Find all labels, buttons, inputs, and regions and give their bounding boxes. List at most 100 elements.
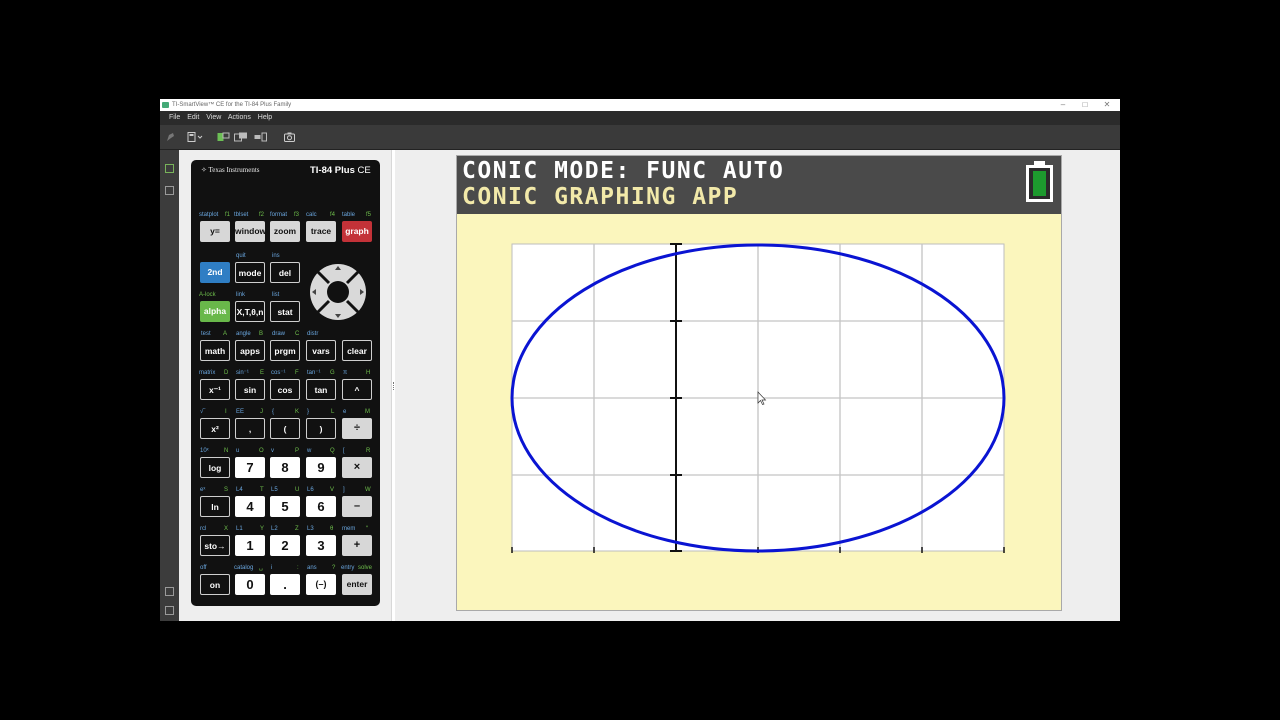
label-taninv: tan⁻¹ (307, 370, 321, 376)
label-Q: Q (330, 448, 335, 454)
label-lbrace: { (272, 409, 275, 415)
label-W: W (365, 487, 371, 493)
label-I: I (225, 409, 227, 415)
key-y-equals[interactable]: y= (200, 221, 230, 242)
label-distr: distr (307, 331, 319, 337)
label-f3: f3 (294, 212, 300, 218)
screenshot-camera-icon[interactable] (284, 132, 295, 142)
key-zoom[interactable]: zoom (270, 221, 300, 242)
menu-actions[interactable]: Actions (228, 114, 251, 121)
label-draw: draw (272, 331, 286, 337)
key-8[interactable]: 8 (270, 457, 300, 478)
key-3[interactable]: 3 (306, 535, 336, 556)
key-enter[interactable]: enter (342, 574, 372, 595)
key-graph[interactable]: graph (342, 221, 372, 242)
minimize-button[interactable]: – (1052, 99, 1074, 111)
grid-icon[interactable] (165, 587, 174, 596)
label-O: O (259, 448, 264, 454)
key-comma[interactable]: , (235, 418, 265, 439)
key-6[interactable]: 6 (306, 496, 336, 517)
graph-area[interactable] (457, 214, 1061, 610)
key-x-inverse[interactable]: x⁻¹ (200, 379, 230, 400)
pointer-icon[interactable] (165, 132, 176, 142)
key-vars[interactable]: vars (306, 340, 336, 361)
label-table: table (342, 212, 356, 218)
menu-edit[interactable]: Edit (187, 114, 199, 121)
key-trace[interactable]: trace (306, 221, 336, 242)
toolbar (160, 125, 1120, 150)
key-minus[interactable]: – (342, 496, 372, 517)
key-0[interactable]: 0 (235, 574, 265, 595)
label-rbrack: ] (343, 487, 345, 493)
key-5[interactable]: 5 (270, 496, 300, 517)
key-9[interactable]: 9 (306, 457, 336, 478)
key-multiply[interactable]: × (342, 457, 372, 478)
key-left-paren[interactable]: ( (270, 418, 300, 439)
label-sininv: sin⁻¹ (236, 370, 249, 376)
label-X: X (224, 526, 229, 532)
key-2[interactable]: 2 (270, 535, 300, 556)
label-rbrace: } (307, 409, 310, 415)
key-window[interactable]: window (235, 221, 266, 242)
key-4[interactable]: 4 (235, 496, 265, 517)
key-right-paren[interactable]: ) (306, 418, 336, 439)
key-decimal[interactable]: . (270, 574, 300, 595)
screen-mode-line: CONIC MODE: FUNC AUTO (462, 158, 785, 184)
label-matrix: matrix (199, 370, 216, 376)
key-negative[interactable]: (–) (306, 574, 336, 595)
key-log[interactable]: log (200, 457, 230, 478)
label-format: format (270, 212, 288, 218)
key-press-history-icon[interactable] (234, 132, 248, 142)
menu-view[interactable]: View (206, 114, 221, 121)
key-7[interactable]: 7 (235, 457, 265, 478)
emulator-layout-icon[interactable] (254, 132, 267, 142)
key-sin[interactable]: sin (235, 379, 265, 400)
label-tblset: tblset (234, 212, 249, 218)
calculator-screen[interactable]: CONIC MODE: FUNC AUTO CONIC GRAPHING APP (456, 155, 1062, 611)
key-ln[interactable]: ln (200, 496, 230, 517)
key-plus[interactable]: + (342, 535, 372, 556)
label-EE: EE (236, 409, 245, 415)
app-icon (162, 102, 169, 108)
key-stat[interactable]: stat (270, 301, 300, 322)
menu-file[interactable]: File (169, 114, 180, 121)
maximize-button[interactable]: □ (1074, 99, 1096, 111)
key-math[interactable]: math (200, 340, 230, 361)
label-ins: ins (272, 253, 280, 259)
label-T: T (260, 487, 264, 493)
key-clear[interactable]: clear (342, 340, 372, 361)
key-xton[interactable]: X,T,θ,n (235, 301, 265, 322)
key-alpha[interactable]: alpha (200, 301, 230, 322)
label-Z: Z (295, 526, 299, 532)
screen-icon[interactable] (165, 606, 174, 615)
label-w: w (307, 448, 312, 454)
key-on[interactable]: on (200, 574, 230, 595)
label-ans: ans (307, 565, 317, 571)
copy-icon[interactable] (165, 186, 174, 195)
key-mode[interactable]: mode (235, 262, 265, 283)
close-button[interactable]: ✕ (1096, 99, 1118, 111)
key-apps[interactable]: apps (235, 340, 265, 361)
label-calc: calc (306, 212, 317, 218)
key-x-squared[interactable]: x² (200, 418, 230, 439)
label-solve: solve (358, 565, 373, 571)
key-prgm[interactable]: prgm (270, 340, 300, 361)
key-2nd[interactable]: 2nd (200, 262, 230, 283)
key-cos[interactable]: cos (270, 379, 300, 400)
key-del[interactable]: del (270, 262, 300, 283)
label-Y: Y (260, 526, 265, 532)
calculator-view-icon[interactable] (187, 132, 203, 142)
key-tan[interactable]: tan (306, 379, 336, 400)
label-L4: L4 (236, 487, 243, 493)
menu-help[interactable]: Help (258, 114, 272, 121)
label-tenx: 10ˣ (200, 448, 209, 454)
calculator-icon[interactable] (165, 164, 174, 173)
label-v: v (271, 448, 274, 454)
key-divide[interactable]: ÷ (342, 418, 372, 439)
send-to-device-icon[interactable] (217, 132, 230, 142)
key-caret[interactable]: ^ (342, 379, 372, 400)
key-1[interactable]: 1 (235, 535, 265, 556)
label-cosinv: cos⁻¹ (271, 370, 286, 376)
label-G: G (330, 370, 335, 376)
key-sto[interactable]: sto→ (200, 535, 230, 556)
